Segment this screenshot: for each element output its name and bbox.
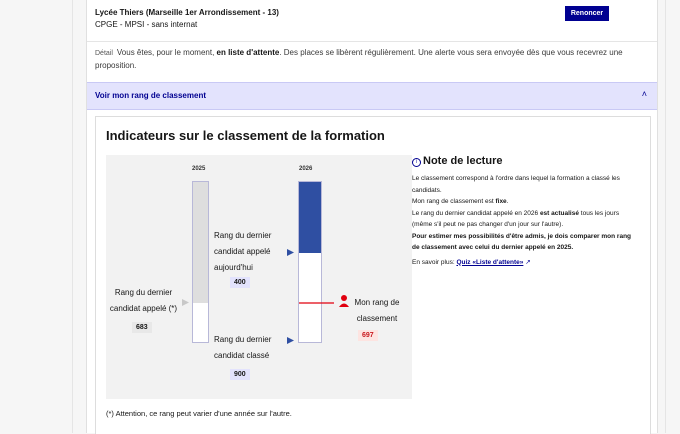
program-name: CPGE - MPSI - sans internat xyxy=(95,20,198,29)
note-p4: Pour estimer mes possibilités d'être adm… xyxy=(412,231,632,254)
page-border-right xyxy=(665,0,666,433)
detail-text-before: Vous êtes, pour le moment, xyxy=(116,48,217,57)
marker-prev-last-called xyxy=(182,299,189,306)
last-ranked-label: Rang du dernier candidat classé xyxy=(214,335,272,360)
note-p3-prefix: Le rang du dernier candidat appelé en 20… xyxy=(412,209,540,217)
note-p2-prefix: Mon rang de classement est xyxy=(412,198,496,205)
external-link-icon[interactable]: ↗ xyxy=(525,259,530,266)
last-called-today-value: 400 xyxy=(230,277,250,288)
last-called-today-label: Rang du dernier candidat appelé aujourd'… xyxy=(214,231,272,272)
last-ranked-value: 900 xyxy=(230,369,250,380)
marker-today-last-called xyxy=(287,249,294,256)
renounce-button[interactable]: Renoncer xyxy=(565,6,609,21)
wish-card: Lycée Thiers (Marseille 1er Arrondisseme… xyxy=(86,0,658,434)
last-called-prev-label: Rang du dernier candidat appelé (*) xyxy=(109,288,178,313)
note-p1: Le classement correspond à l'ordre dans … xyxy=(412,175,620,194)
page-border-left xyxy=(72,0,73,433)
note-more: En savoir plus: Quiz «Liste d'attente» ↗ xyxy=(412,257,632,269)
quiz-link[interactable]: Quiz «Liste d'attente» xyxy=(456,259,523,266)
note-p3-bold: est actualisé xyxy=(539,209,579,217)
note-title: Note de lecture xyxy=(423,155,503,167)
divider xyxy=(87,41,657,42)
status-text: en liste d'attente xyxy=(216,48,280,57)
rank-chart: 2025 2026 Rang du dernier candidat appel… xyxy=(106,155,412,399)
chevron-up-icon[interactable]: ˄ xyxy=(642,89,647,99)
detail-text: Détail Vous êtes, pour le moment, en list… xyxy=(95,47,643,72)
panel-title: Indicateurs sur le classement de la form… xyxy=(106,128,385,143)
footnote: (*) Attention, ce rang peut varier d'une… xyxy=(106,409,292,418)
note-body: Le classement correspond à l'ordre dans … xyxy=(412,173,632,268)
note-p4-bold: Pour estimer mes possibilités d'être adm… xyxy=(412,232,632,252)
rank-accordion-header[interactable]: Voir mon rang de classement ˄ xyxy=(87,82,657,110)
school-name: Lycée Thiers (Marseille 1er Arrondisseme… xyxy=(95,8,279,17)
more-label: En savoir plus: xyxy=(412,258,455,266)
accordion-label[interactable]: Voir mon rang de classement xyxy=(95,91,206,100)
note-p3: Le rang du dernier candidat appelé en 20… xyxy=(412,208,632,231)
detail-label: Détail xyxy=(95,50,113,57)
my-rank-label: Mon rang de classement xyxy=(354,298,400,323)
note-p2-bold: fixe xyxy=(495,198,507,205)
marker-last-ranked xyxy=(287,337,294,344)
my-rank-value: 697 xyxy=(358,330,378,341)
rank-panel: Indicateurs sur le classement de la form… xyxy=(95,116,651,434)
note-p2-suffix: . xyxy=(506,198,509,205)
last-called-prev-value: 683 xyxy=(132,322,152,333)
info-icon: i xyxy=(412,158,421,167)
note-p2: Mon rang de classement est fixe. xyxy=(412,196,632,208)
